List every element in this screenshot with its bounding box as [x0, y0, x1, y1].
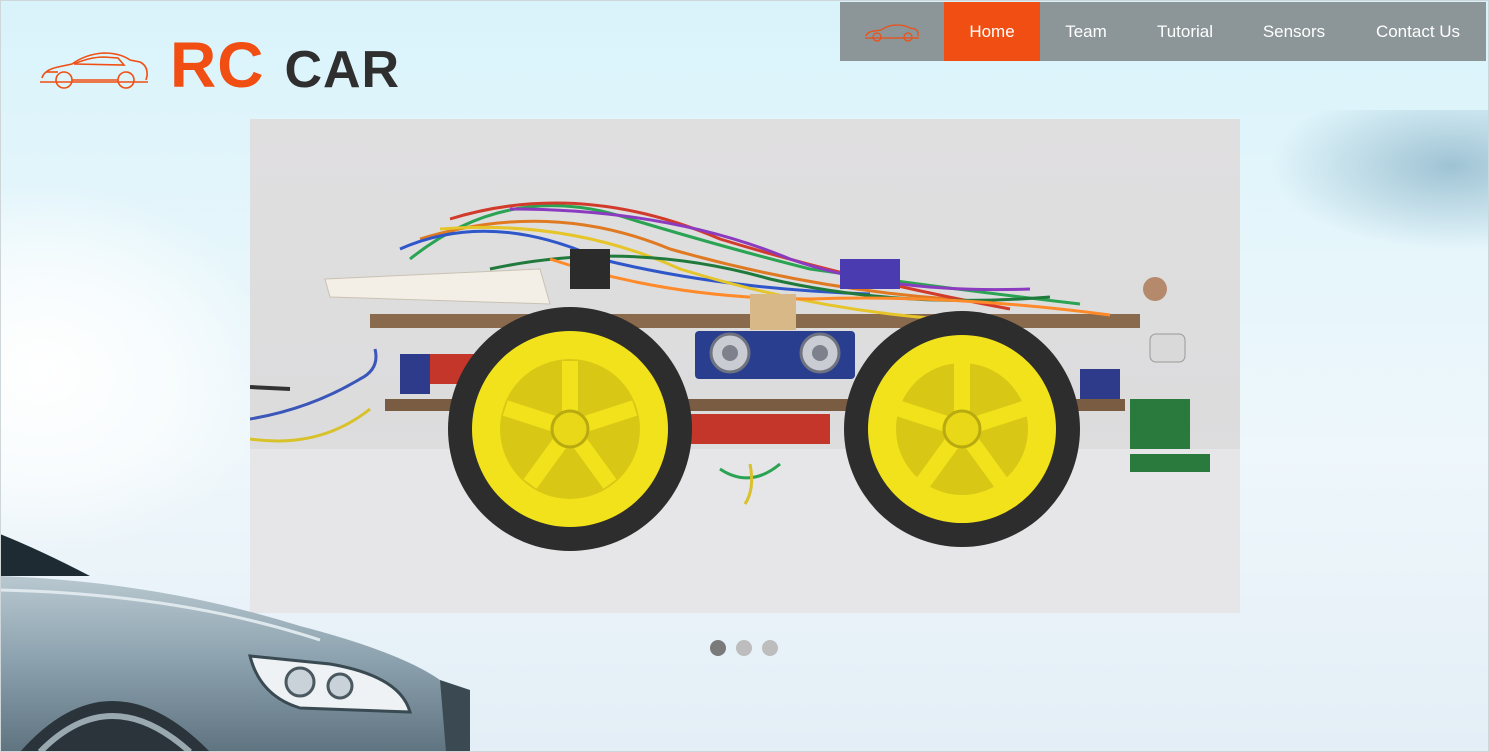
slider-dot-2[interactable] [736, 640, 752, 656]
nav-logo[interactable] [840, 2, 944, 61]
site-logo[interactable]: RC CAR [38, 28, 400, 102]
slider-dot-1[interactable] [710, 640, 726, 656]
nav-tutorial[interactable]: Tutorial [1132, 2, 1238, 61]
nav-home[interactable]: Home [944, 2, 1040, 61]
logo-rc-text: RC [170, 29, 265, 101]
nav-contact-us[interactable]: Contact Us [1350, 2, 1486, 61]
background-cloud [1269, 110, 1489, 250]
car-outline-icon [865, 23, 919, 42]
wheel-left [448, 307, 692, 551]
main-nav: Home Team Tutorial Sensors Contact Us [840, 2, 1486, 61]
silver-car-front [0, 534, 470, 752]
slider-dot-3[interactable] [762, 640, 778, 656]
slider-dots [710, 640, 778, 656]
wheel-right [844, 311, 1080, 547]
car-outline-icon [40, 52, 148, 89]
background-glow [0, 180, 280, 560]
logo-car-text: CAR [284, 41, 401, 99]
nav-team[interactable]: Team [1040, 2, 1132, 61]
nav-sensors[interactable]: Sensors [1238, 2, 1350, 61]
